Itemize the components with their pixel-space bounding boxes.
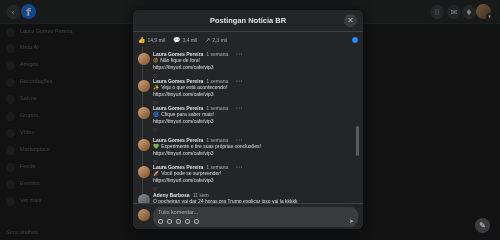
comment-time[interactable]: 1 semana bbox=[206, 52, 228, 58]
comment-link[interactable]: https://tinyurl.com/cafe/vip3 bbox=[153, 92, 243, 99]
comment-emoji: ✨ bbox=[153, 85, 160, 91]
like-count-value: 14,9 mil bbox=[147, 37, 165, 44]
comment-composer: ➤ bbox=[133, 203, 363, 229]
comment-bubble: Laura Gomes Pereira 1 semana ··· ✨ Veja o q… bbox=[153, 79, 243, 107]
comment-text: Experimente e tire suas próprias conclus… bbox=[161, 144, 262, 150]
comment-emoji: 😡 bbox=[153, 58, 159, 64]
close-button[interactable]: ✕ bbox=[344, 14, 357, 27]
share-count-value: 2,3 mil bbox=[212, 37, 227, 44]
avatar-sticker-icon[interactable] bbox=[158, 219, 163, 224]
comment-emoji: 💚 bbox=[153, 144, 160, 150]
new-message-button[interactable]: ✎ bbox=[475, 218, 490, 233]
comment-text: Clique para saber mais! bbox=[161, 112, 215, 118]
comment-bubble: Laura Gomes Pereira 1 semana ··· 🚀 Você pod… bbox=[153, 165, 243, 193]
commenter-avatar[interactable] bbox=[138, 53, 150, 65]
comment-text: Não fique de fora! bbox=[160, 58, 200, 64]
new-activity-indicator bbox=[352, 37, 358, 43]
like-count[interactable]: 👍 14,9 mil bbox=[138, 37, 165, 44]
comment-link[interactable]: https://tinyurl.com/cafe/vip3 bbox=[153, 178, 243, 185]
share-count[interactable]: ↗ 2,3 mil bbox=[205, 37, 227, 44]
comment-bubble: Laura Gomes Pereira 1 semana ··· 💚 Experime… bbox=[153, 138, 261, 166]
like-icon: 👍 bbox=[138, 36, 146, 44]
comment-count-value: 3,4 mil bbox=[182, 37, 198, 44]
commenter-avatar[interactable] bbox=[138, 107, 150, 119]
sticker-icon[interactable] bbox=[194, 219, 199, 224]
comment-input-box[interactable]: ➤ bbox=[153, 207, 358, 227]
post-dialog: Postingan Notícia BR ✕ 👍 14,9 mil 💬 3,4 mi… bbox=[133, 10, 363, 229]
gif-icon[interactable] bbox=[185, 219, 190, 224]
close-icon: ✕ bbox=[347, 16, 354, 25]
comment-text: Veja o que está acontecendo! bbox=[161, 85, 228, 91]
comment-link[interactable]: https://tinyurl.com/cafe/vip3 bbox=[153, 119, 243, 126]
commenter-avatar[interactable] bbox=[138, 80, 150, 92]
comments-list[interactable]: Laura Gomes Pereira 1 semana ··· 😡 Não fiqu… bbox=[133, 46, 363, 206]
composer-tools bbox=[158, 219, 199, 224]
thread-line bbox=[142, 46, 143, 203]
send-icon[interactable]: ➤ bbox=[349, 218, 354, 225]
comment-emoji: 🌀 bbox=[153, 112, 160, 118]
compose-icon: ✎ bbox=[479, 221, 486, 230]
reaction-summary: 👍 14,9 mil 💬 3,4 mil ↗ 2,3 mil bbox=[138, 35, 227, 45]
more-options-icon[interactable]: ··· bbox=[236, 106, 243, 112]
comment-bubble: Laura Gomes Pereira 1 semana ··· 🌀 Clique p… bbox=[153, 106, 243, 134]
more-options-icon[interactable]: ··· bbox=[236, 79, 243, 85]
comment-input[interactable] bbox=[158, 209, 338, 217]
comment-link[interactable]: https://tinyurl.com/cafe/vip3 bbox=[153, 65, 243, 72]
comment-icon: 💬 bbox=[173, 36, 181, 44]
camera-icon[interactable] bbox=[176, 219, 181, 224]
comment-emoji: 🚀 bbox=[153, 171, 160, 177]
scrollbar[interactable] bbox=[356, 126, 359, 156]
more-options-icon[interactable]: ··· bbox=[236, 52, 243, 58]
comment-text: Você pode se surpreender! bbox=[161, 171, 222, 177]
comment-link[interactable]: https://tinyurl.com/cafe/vip3 bbox=[153, 151, 261, 158]
dialog-title: Postingan Notícia BR bbox=[209, 16, 287, 25]
dialog-header: Postingan Notícia BR ✕ bbox=[133, 10, 363, 32]
share-icon: ↗ bbox=[205, 36, 211, 44]
comment-count[interactable]: 💬 3,4 mil bbox=[173, 37, 197, 44]
emoji-icon[interactable] bbox=[167, 219, 172, 224]
like-comment-icon[interactable]: ♡ bbox=[153, 128, 157, 134]
commenter-avatar[interactable] bbox=[138, 166, 150, 178]
more-options-icon[interactable]: ··· bbox=[236, 165, 243, 171]
commenter-avatar[interactable] bbox=[138, 139, 150, 151]
my-avatar bbox=[138, 209, 150, 221]
comment-bubble: Laura Gomes Pereira 1 semana ··· 😡 Não fiqu… bbox=[153, 52, 243, 80]
